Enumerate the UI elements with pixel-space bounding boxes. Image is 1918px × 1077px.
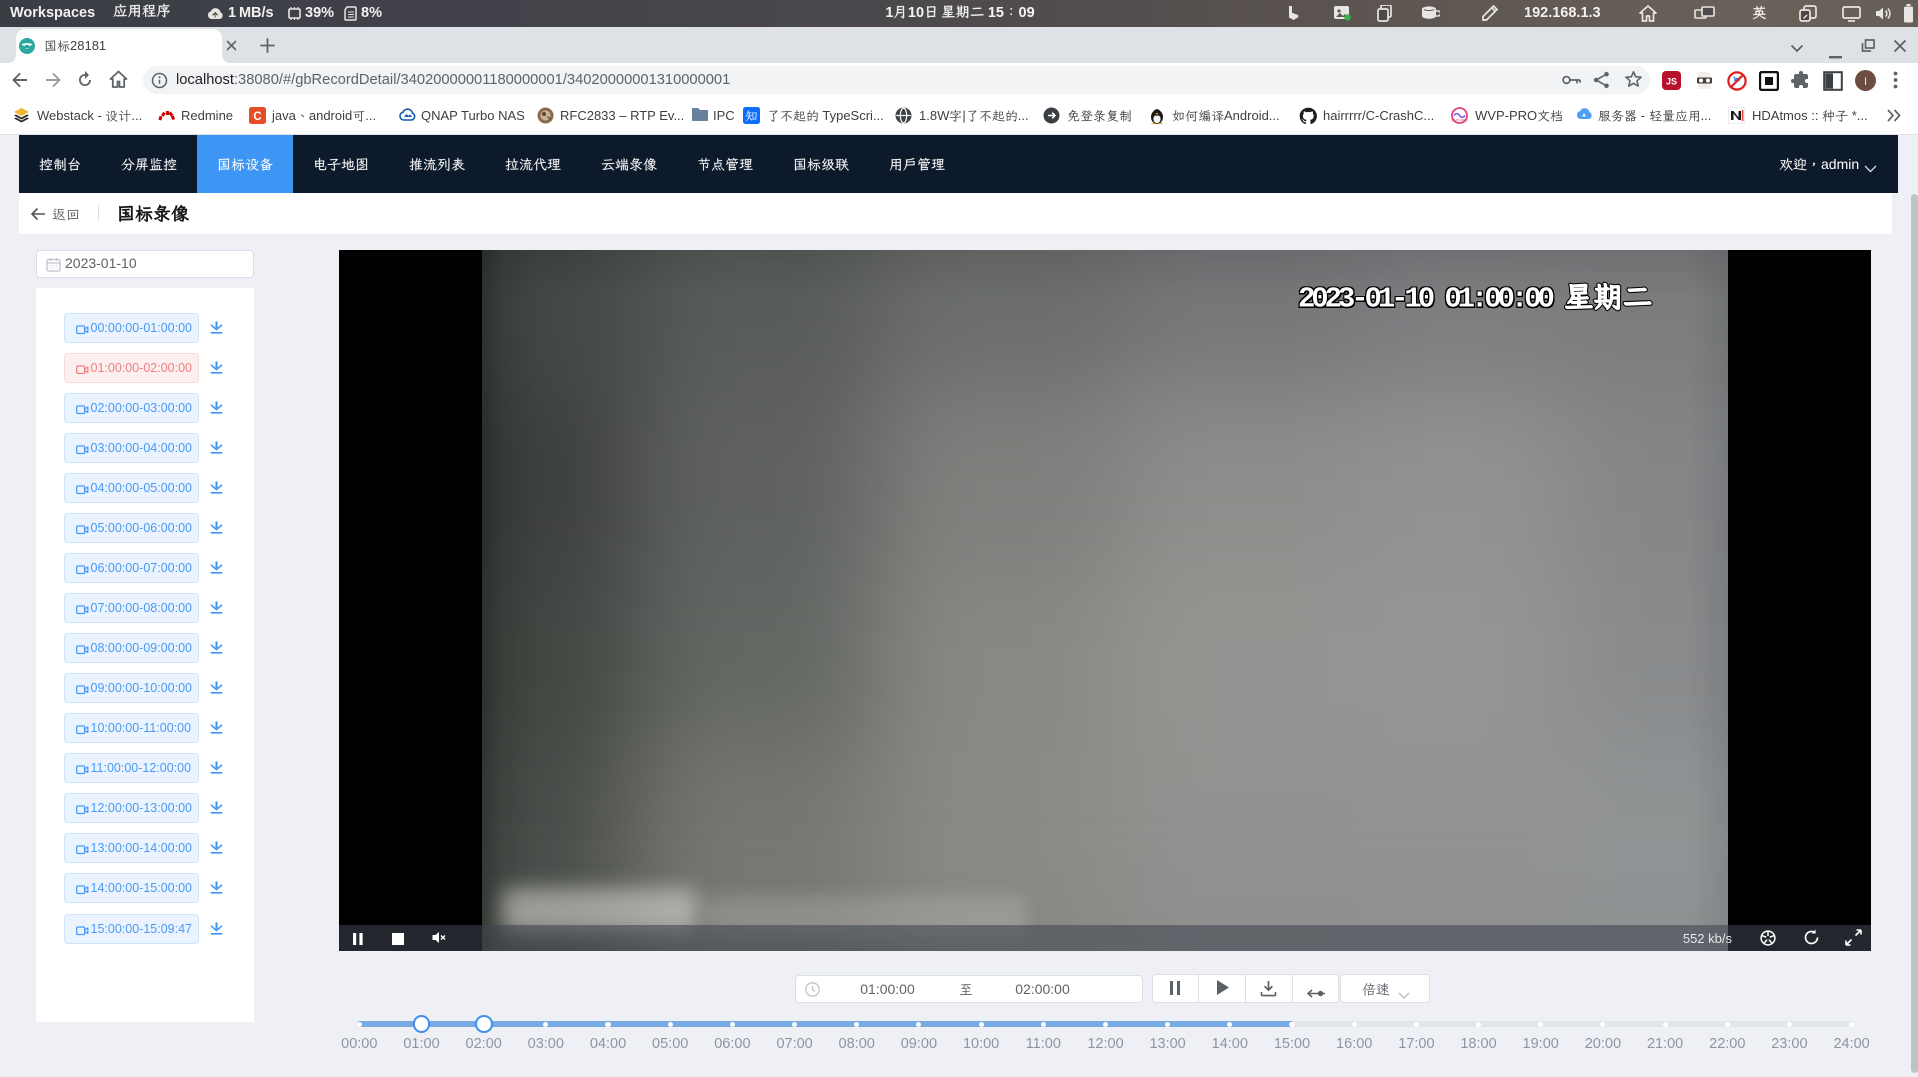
svg-text:JS: JS bbox=[1666, 77, 1677, 87]
svg-text:C: C bbox=[253, 111, 261, 123]
svg-text:WVP-PRO: WVP-PRO bbox=[1451, 119, 1468, 123]
svg-text:I: I bbox=[1864, 76, 1867, 88]
